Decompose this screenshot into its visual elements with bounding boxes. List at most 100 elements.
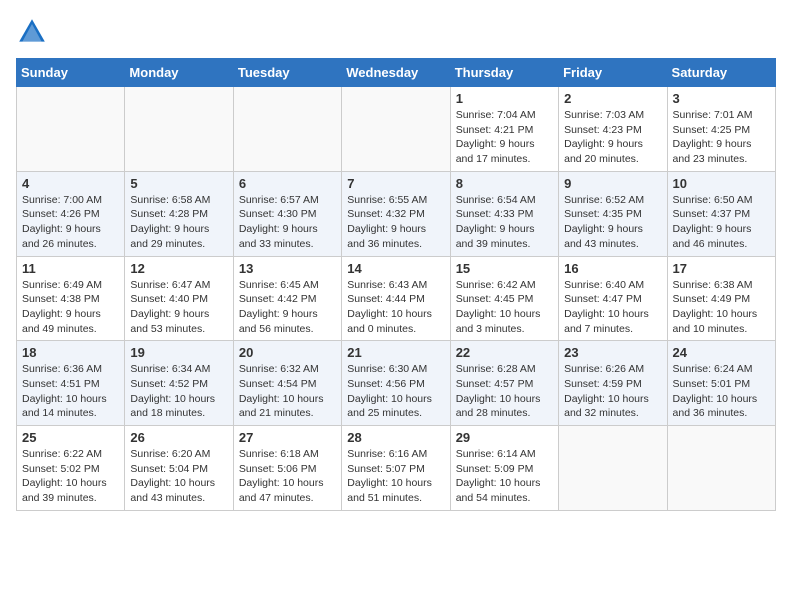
day-number: 10 — [673, 176, 770, 191]
week-row-2: 4 Sunrise: 7:00 AM Sunset: 4:26 PM Daylig… — [17, 171, 776, 256]
calendar-table: SundayMondayTuesdayWednesdayThursdayFrid… — [16, 58, 776, 511]
calendar-cell — [233, 87, 341, 172]
day-info: Sunrise: 6:30 AM Sunset: 4:56 PM Dayligh… — [347, 362, 444, 421]
calendar-cell: 3 Sunrise: 7:01 AM Sunset: 4:25 PM Daylig… — [667, 87, 775, 172]
week-row-3: 11Sunrise: 6:49 AM Sunset: 4:38 PM Dayli… — [17, 256, 776, 341]
calendar-cell: 20 Sunrise: 6:32 AM Sunset: 4:54 PM Dayli… — [233, 341, 341, 426]
header-thursday: Thursday — [450, 59, 558, 87]
day-info: Sunrise: 6:47 AM Sunset: 4:40 PM Dayligh… — [130, 278, 227, 337]
day-number: 23 — [564, 345, 661, 360]
day-number: 9 — [564, 176, 661, 191]
calendar-cell: 14Sunrise: 6:43 AM Sunset: 4:44 PM Dayli… — [342, 256, 450, 341]
calendar-cell: 18 Sunrise: 6:36 AM Sunset: 4:51 PM Dayli… — [17, 341, 125, 426]
calendar-cell: 12 Sunrise: 6:47 AM Sunset: 4:40 PM Dayli… — [125, 256, 233, 341]
day-info: Sunrise: 6:14 AM Sunset: 5:09 PM Dayligh… — [456, 447, 553, 506]
day-info: Sunrise: 6:43 AM Sunset: 4:44 PM Dayligh… — [347, 278, 444, 337]
day-info: Sunrise: 7:01 AM Sunset: 4:25 PM Dayligh… — [673, 108, 770, 167]
logo — [16, 16, 52, 48]
day-info: Sunrise: 6:38 AM Sunset: 4:49 PM Dayligh… — [673, 278, 770, 337]
calendar-cell: 15Sunrise: 6:42 AM Sunset: 4:45 PM Dayli… — [450, 256, 558, 341]
header-sunday: Sunday — [17, 59, 125, 87]
calendar-cell: 28 Sunrise: 6:16 AM Sunset: 5:07 PM Dayli… — [342, 426, 450, 511]
header-monday: Monday — [125, 59, 233, 87]
day-info: Sunrise: 6:36 AM Sunset: 4:51 PM Dayligh… — [22, 362, 119, 421]
calendar-cell — [559, 426, 667, 511]
day-info: Sunrise: 6:45 AM Sunset: 4:42 PM Dayligh… — [239, 278, 336, 337]
day-number: 12 — [130, 261, 227, 276]
day-info: Sunrise: 6:22 AM Sunset: 5:02 PM Dayligh… — [22, 447, 119, 506]
day-number: 25 — [22, 430, 119, 445]
day-number: 7 — [347, 176, 444, 191]
day-info: Sunrise: 7:04 AM Sunset: 4:21 PM Dayligh… — [456, 108, 553, 167]
day-info: Sunrise: 6:20 AM Sunset: 5:04 PM Dayligh… — [130, 447, 227, 506]
day-number: 20 — [239, 345, 336, 360]
day-info: Sunrise: 6:52 AM Sunset: 4:35 PM Dayligh… — [564, 193, 661, 252]
calendar-cell: 21 Sunrise: 6:30 AM Sunset: 4:56 PM Dayli… — [342, 341, 450, 426]
day-info: Sunrise: 6:28 AM Sunset: 4:57 PM Dayligh… — [456, 362, 553, 421]
day-number: 29 — [456, 430, 553, 445]
calendar-cell: 9 Sunrise: 6:52 AM Sunset: 4:35 PM Daylig… — [559, 171, 667, 256]
day-info: Sunrise: 6:57 AM Sunset: 4:30 PM Dayligh… — [239, 193, 336, 252]
day-number: 18 — [22, 345, 119, 360]
header-friday: Friday — [559, 59, 667, 87]
day-number: 15 — [456, 261, 553, 276]
day-info: Sunrise: 6:54 AM Sunset: 4:33 PM Dayligh… — [456, 193, 553, 252]
day-number: 3 — [673, 91, 770, 106]
day-info: Sunrise: 6:50 AM Sunset: 4:37 PM Dayligh… — [673, 193, 770, 252]
header-tuesday: Tuesday — [233, 59, 341, 87]
calendar-cell: 6 Sunrise: 6:57 AM Sunset: 4:30 PM Daylig… — [233, 171, 341, 256]
day-info: Sunrise: 6:32 AM Sunset: 4:54 PM Dayligh… — [239, 362, 336, 421]
calendar-cell: 1 Sunrise: 7:04 AM Sunset: 4:21 PM Daylig… — [450, 87, 558, 172]
day-number: 16 — [564, 261, 661, 276]
day-number: 2 — [564, 91, 661, 106]
day-number: 24 — [673, 345, 770, 360]
day-number: 28 — [347, 430, 444, 445]
week-row-4: 18 Sunrise: 6:36 AM Sunset: 4:51 PM Dayli… — [17, 341, 776, 426]
page-header — [16, 16, 776, 48]
calendar-cell — [17, 87, 125, 172]
day-number: 19 — [130, 345, 227, 360]
calendar-cell: 25 Sunrise: 6:22 AM Sunset: 5:02 PM Dayli… — [17, 426, 125, 511]
day-info: Sunrise: 7:00 AM Sunset: 4:26 PM Dayligh… — [22, 193, 119, 252]
day-number: 4 — [22, 176, 119, 191]
calendar-cell: 26 Sunrise: 6:20 AM Sunset: 5:04 PM Dayli… — [125, 426, 233, 511]
calendar-cell: 22 Sunrise: 6:28 AM Sunset: 4:57 PM Dayli… — [450, 341, 558, 426]
calendar-cell: 17 Sunrise: 6:38 AM Sunset: 4:49 PM Dayli… — [667, 256, 775, 341]
day-info: Sunrise: 7:03 AM Sunset: 4:23 PM Dayligh… — [564, 108, 661, 167]
day-number: 8 — [456, 176, 553, 191]
calendar-cell: 2 Sunrise: 7:03 AM Sunset: 4:23 PM Daylig… — [559, 87, 667, 172]
week-row-1: 1 Sunrise: 7:04 AM Sunset: 4:21 PM Daylig… — [17, 87, 776, 172]
day-number: 27 — [239, 430, 336, 445]
day-info: Sunrise: 6:24 AM Sunset: 5:01 PM Dayligh… — [673, 362, 770, 421]
calendar-cell: 24 Sunrise: 6:24 AM Sunset: 5:01 PM Dayli… — [667, 341, 775, 426]
day-info: Sunrise: 6:34 AM Sunset: 4:52 PM Dayligh… — [130, 362, 227, 421]
day-number: 6 — [239, 176, 336, 191]
day-number: 21 — [347, 345, 444, 360]
calendar-cell — [342, 87, 450, 172]
calendar-cell — [125, 87, 233, 172]
day-info: Sunrise: 6:26 AM Sunset: 4:59 PM Dayligh… — [564, 362, 661, 421]
day-number: 11 — [22, 261, 119, 276]
calendar-cell: 4 Sunrise: 7:00 AM Sunset: 4:26 PM Daylig… — [17, 171, 125, 256]
calendar-cell: 29 Sunrise: 6:14 AM Sunset: 5:09 PM Dayli… — [450, 426, 558, 511]
day-info: Sunrise: 6:16 AM Sunset: 5:07 PM Dayligh… — [347, 447, 444, 506]
day-number: 22 — [456, 345, 553, 360]
calendar-cell: 5 Sunrise: 6:58 AM Sunset: 4:28 PM Daylig… — [125, 171, 233, 256]
day-number: 1 — [456, 91, 553, 106]
day-number: 5 — [130, 176, 227, 191]
header-wednesday: Wednesday — [342, 59, 450, 87]
calendar-cell: 7Sunrise: 6:55 AM Sunset: 4:32 PM Daylig… — [342, 171, 450, 256]
calendar-cell: 27 Sunrise: 6:18 AM Sunset: 5:06 PM Dayli… — [233, 426, 341, 511]
day-info: Sunrise: 6:18 AM Sunset: 5:06 PM Dayligh… — [239, 447, 336, 506]
calendar-cell: 11Sunrise: 6:49 AM Sunset: 4:38 PM Dayli… — [17, 256, 125, 341]
day-number: 26 — [130, 430, 227, 445]
day-number: 17 — [673, 261, 770, 276]
calendar-cell — [667, 426, 775, 511]
calendar-header-row: SundayMondayTuesdayWednesdayThursdayFrid… — [17, 59, 776, 87]
logo-icon — [16, 16, 48, 48]
calendar-cell: 23 Sunrise: 6:26 AM Sunset: 4:59 PM Dayli… — [559, 341, 667, 426]
calendar-cell: 10 Sunrise: 6:50 AM Sunset: 4:37 PM Dayli… — [667, 171, 775, 256]
calendar-cell: 16 Sunrise: 6:40 AM Sunset: 4:47 PM Dayli… — [559, 256, 667, 341]
day-info: Sunrise: 6:58 AM Sunset: 4:28 PM Dayligh… — [130, 193, 227, 252]
day-info: Sunrise: 6:40 AM Sunset: 4:47 PM Dayligh… — [564, 278, 661, 337]
